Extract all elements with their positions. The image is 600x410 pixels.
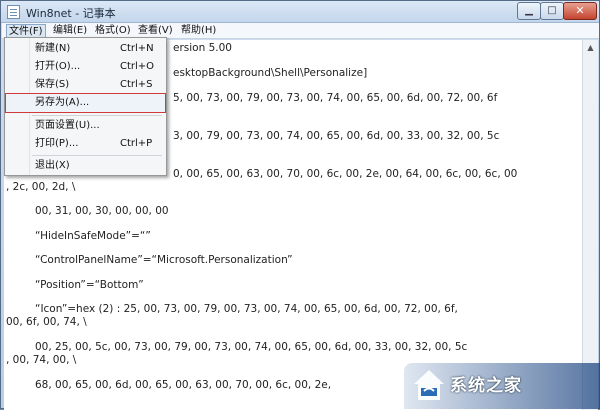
house-logo-icon bbox=[414, 370, 444, 400]
menu-item-shortcut: Ctrl+P bbox=[120, 138, 153, 149]
menu-item-label: 另存为(A)... bbox=[35, 97, 90, 108]
menu-separator bbox=[32, 115, 162, 116]
menu-format[interactable]: 格式(O) bbox=[93, 24, 133, 38]
text-line: , 00, 74, 00, \ bbox=[6, 354, 77, 366]
menu-item-new[interactable]: 新建(N) Ctrl+N bbox=[6, 40, 165, 58]
text-line: 3, 00, 79, 00, 73, 00, 74, 00, 65, 00, 6… bbox=[173, 130, 500, 142]
text-line: “Icon”=hex (2) : 25, 00, 73, 00, 79, 00,… bbox=[35, 303, 458, 315]
menu-item-label: 退出(X) bbox=[35, 160, 70, 171]
file-menu-dropdown: 新建(N) Ctrl+N 打开(O)... Ctrl+O 保存(S) Ctrl+… bbox=[4, 37, 167, 176]
menu-item-page-setup[interactable]: 页面设置(U)... bbox=[6, 117, 165, 135]
maximize-button[interactable]: □ bbox=[540, 2, 564, 20]
scroll-up-icon[interactable]: ▲ bbox=[585, 42, 596, 53]
text-line: 00, 31, 00, 30, 00, 00, 00 bbox=[35, 205, 169, 217]
menu-item-exit[interactable]: 退出(X) bbox=[6, 157, 165, 175]
menu-item-shortcut: Ctrl+N bbox=[120, 43, 154, 54]
menu-item-shortcut: Ctrl+O bbox=[120, 61, 155, 72]
menu-item-label: 页面设置(U)... bbox=[35, 120, 100, 131]
text-line: “Position”=“Bottom” bbox=[35, 279, 144, 291]
text-line: 00, 6f, 00, 74, \ bbox=[6, 316, 87, 328]
menu-help[interactable]: 帮助(H) bbox=[179, 24, 218, 38]
menu-file[interactable]: 文件(F) bbox=[6, 24, 46, 38]
menu-item-label: 保存(S) bbox=[35, 79, 70, 90]
menu-item-print[interactable]: 打印(P)... Ctrl+P bbox=[6, 135, 165, 153]
title-bar[interactable]: Win8net - 记事本 ▁ □ ✕ bbox=[1, 1, 599, 23]
text-line: 5, 00, 73, 00, 79, 00, 73, 00, 74, 00, 6… bbox=[173, 92, 498, 104]
text-line: , 2c, 00, 2d, \ bbox=[6, 181, 76, 193]
menu-view[interactable]: 查看(V) bbox=[136, 24, 175, 38]
menu-separator bbox=[32, 155, 162, 156]
text-line: 68, 00, 65, 00, 6d, 00, 65, 00, 63, 00, … bbox=[35, 379, 332, 391]
menu-item-label: 新建(N) bbox=[35, 43, 71, 54]
text-line: ersion 5.00 bbox=[173, 42, 232, 54]
notepad-icon[interactable] bbox=[7, 5, 20, 19]
text-line: 0, 00, 65, 00, 63, 00, 70, 00, 6c, 00, 2… bbox=[173, 168, 518, 180]
text-line: “HideInSafeMode”=“” bbox=[35, 230, 151, 242]
close-button[interactable]: ✕ bbox=[563, 2, 597, 20]
text-line: esktopBackground\Shell\Personalize] bbox=[173, 67, 368, 79]
menu-item-label: 打开(O)... bbox=[35, 61, 81, 72]
menu-item-shortcut: Ctrl+S bbox=[120, 79, 153, 90]
menu-item-label: 打印(P)... bbox=[35, 138, 79, 149]
text-line: 00, 25, 00, 5c, 00, 73, 00, 79, 00, 73, … bbox=[35, 341, 468, 353]
watermark-text: 系统之家 bbox=[450, 376, 522, 396]
notepad-window: Win8net - 记事本 ▁ □ ✕ 文件(F) 编辑(E) 格式(O) 查看… bbox=[0, 0, 600, 410]
menu-edit[interactable]: 编辑(E) bbox=[51, 24, 89, 38]
text-line: “ControlPanelName”=“Microsoft.Personaliz… bbox=[35, 254, 293, 266]
minimize-button[interactable]: ▁ bbox=[517, 2, 541, 20]
window-title: Win8net - 记事本 bbox=[26, 7, 116, 20]
menu-item-save[interactable]: 保存(S) Ctrl+S bbox=[6, 76, 165, 94]
menu-item-open[interactable]: 打开(O)... Ctrl+O bbox=[6, 58, 165, 76]
vertical-scrollbar[interactable]: ▲ bbox=[582, 40, 598, 410]
menu-item-save-as[interactable]: 另存为(A)... bbox=[5, 93, 166, 113]
